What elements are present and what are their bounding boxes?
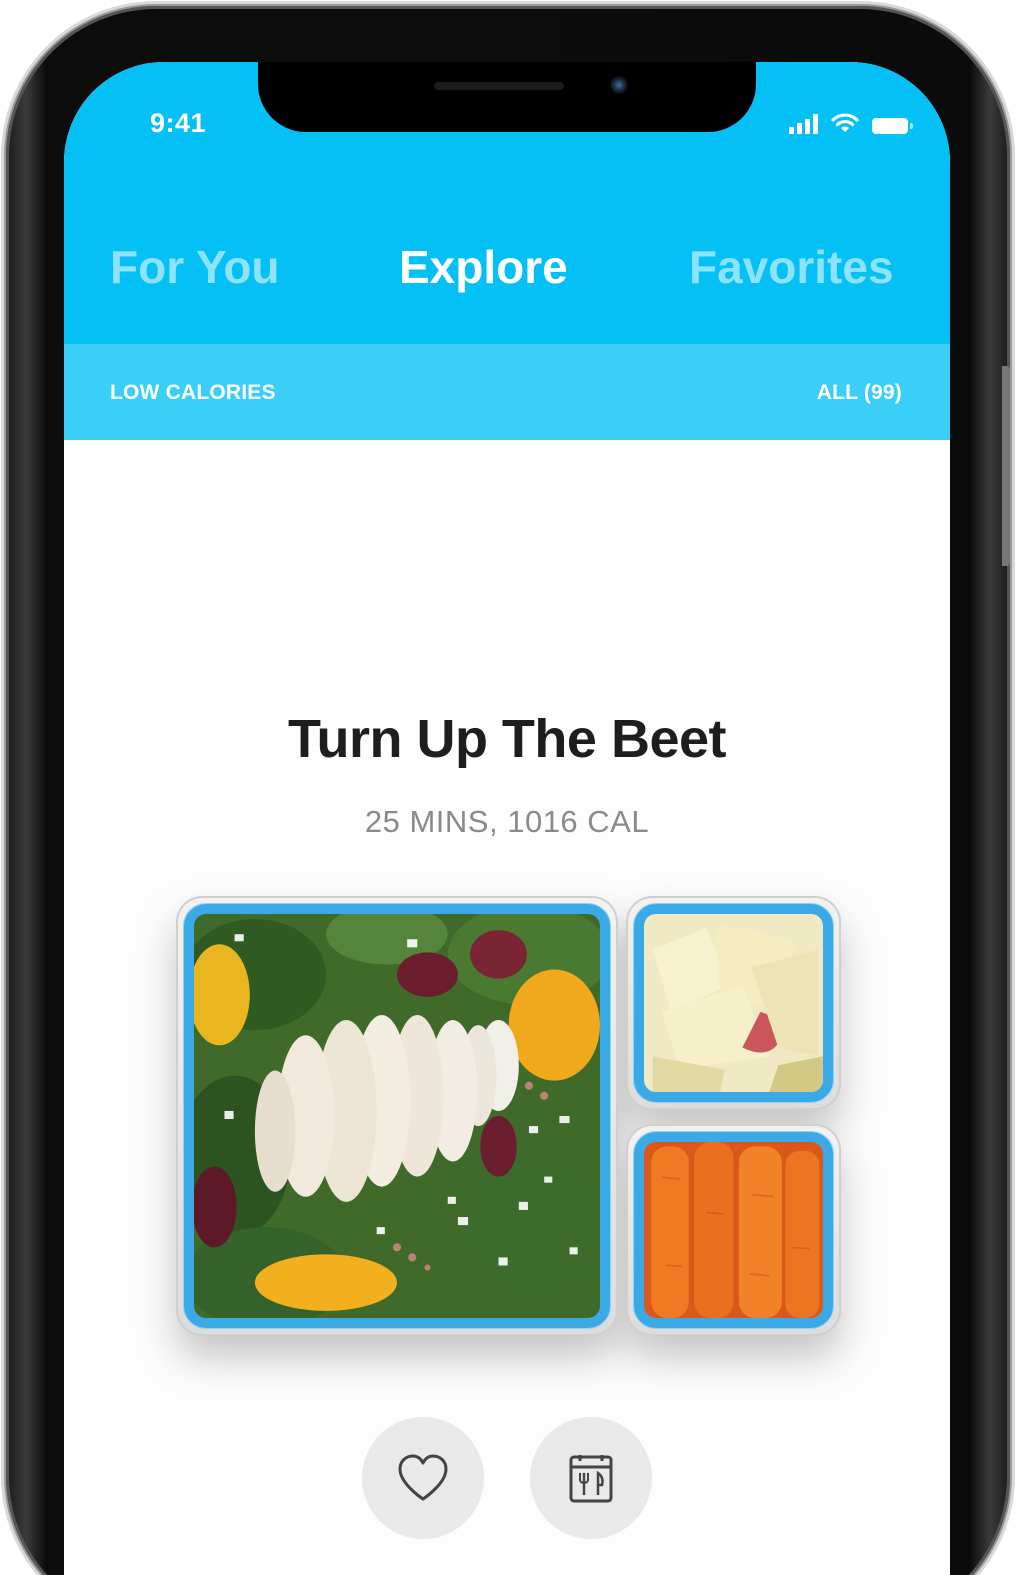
wifi-icon (831, 113, 859, 132)
carrot-sticks-image (644, 1142, 823, 1318)
tab-explore[interactable]: Explore (399, 240, 568, 294)
device-mockup: 9:41 For You Explore Favorites LOW CALOR… (0, 0, 1016, 1575)
cellular-signal-icon (789, 114, 818, 134)
apple-slices-image (644, 914, 823, 1092)
meal-container-image[interactable] (176, 896, 841, 1336)
tab-for-you[interactable]: For You (110, 240, 280, 294)
salad-image (194, 914, 600, 1318)
top-tabs: For You Explore Favorites (64, 240, 950, 310)
phone-side-button (1002, 366, 1010, 566)
heart-icon (398, 1454, 448, 1501)
apple-compartment (626, 896, 841, 1110)
status-icons (789, 112, 913, 134)
recipe-meta: 25 MINS, 1016 CAL (364, 804, 650, 839)
meal-calendar-icon (569, 1455, 613, 1503)
phone-notch (258, 62, 756, 132)
tab-favorites[interactable]: Favorites (689, 240, 894, 294)
filter-label[interactable]: LOW CALORIES (110, 381, 276, 405)
recipe-title: Turn Up The Beet (287, 709, 727, 769)
app-header: 9:41 For You Explore Favorites (64, 62, 950, 344)
add-to-meal-plan-button[interactable] (530, 1417, 652, 1539)
status-time: 9:41 (150, 108, 207, 138)
front-camera (610, 76, 628, 94)
speaker-grille (434, 82, 564, 90)
favorite-button[interactable] (362, 1417, 484, 1539)
battery-icon (872, 118, 913, 134)
all-count-link[interactable]: ALL (99) (817, 381, 902, 405)
carrot-compartment (626, 1124, 841, 1336)
filter-bar: LOW CALORIES ALL (99) (64, 344, 950, 440)
salad-compartment (176, 896, 618, 1336)
app-screen: 9:41 For You Explore Favorites LOW CALOR… (64, 62, 950, 1575)
